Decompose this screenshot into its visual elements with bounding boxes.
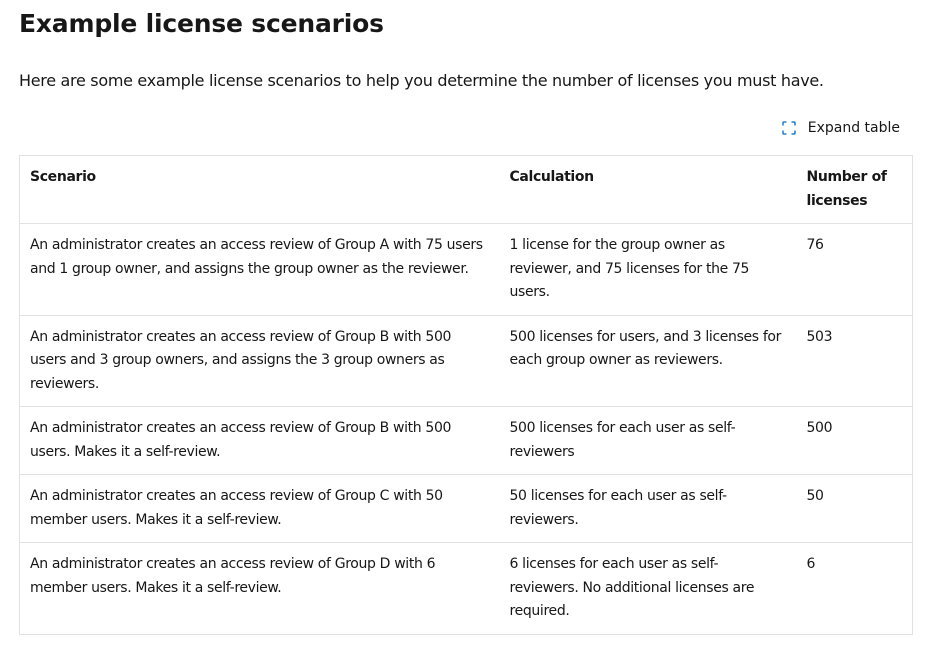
table-header-row: Scenario Calculation Number of licenses	[19, 155, 913, 224]
header-number-of-licenses: Number of licenses	[796, 155, 913, 224]
calculation-cell: 500 licenses for each user as self-revie…	[499, 406, 797, 475]
calculation-cell: 500 licenses for users, and 3 licenses f…	[499, 315, 797, 407]
intro-paragraph: Here are some example license scenarios …	[19, 71, 824, 90]
header-calculation: Calculation	[499, 155, 797, 224]
scenario-cell: An administrator creates an access revie…	[19, 223, 500, 316]
expand-table-button[interactable]: Expand table	[781, 120, 900, 136]
article-section: Example license scenarios Here are some …	[19, 0, 913, 635]
table-row: An administrator creates an access revie…	[19, 223, 913, 316]
scenario-cell: An administrator creates an access revie…	[19, 474, 500, 543]
header-scenario: Scenario	[19, 155, 500, 224]
scenario-cell: An administrator creates an access revie…	[19, 315, 500, 407]
scenario-cell: An administrator creates an access revie…	[19, 406, 500, 475]
table-row: An administrator creates an access revie…	[19, 542, 913, 635]
table-row: An administrator creates an access revie…	[19, 315, 913, 407]
section-heading: Example license scenarios	[19, 9, 384, 38]
calculation-cell: 50 licenses for each user as self-review…	[499, 474, 797, 543]
license-scenarios-table: Scenario Calculation Number of licenses …	[19, 155, 913, 635]
licenses-cell: 503	[796, 315, 913, 407]
calculation-cell: 1 license for the group owner as reviewe…	[499, 223, 797, 316]
licenses-cell: 50	[796, 474, 913, 543]
scenario-cell: An administrator creates an access revie…	[19, 542, 500, 635]
table-toolbar: Expand table	[19, 120, 912, 142]
licenses-cell: 500	[796, 406, 913, 475]
expand-table-label: Expand table	[807, 120, 900, 136]
calculation-cell: 6 licenses for each user as self-reviewe…	[499, 542, 797, 635]
table-row: An administrator creates an access revie…	[19, 474, 913, 543]
table-row: An administrator creates an access revie…	[19, 406, 913, 475]
licenses-cell: 6	[796, 542, 913, 635]
expand-icon	[781, 120, 797, 136]
licenses-cell: 76	[796, 223, 913, 316]
